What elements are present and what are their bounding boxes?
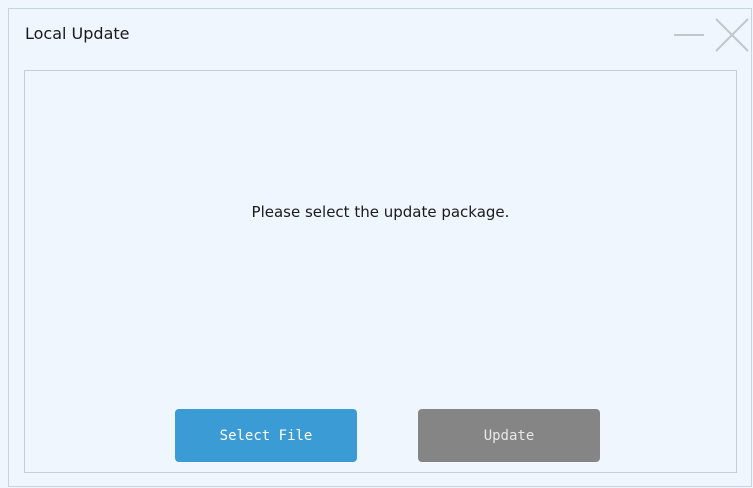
minimize-icon[interactable] xyxy=(672,23,706,47)
local-update-dialog: Local Update Please select the update pa… xyxy=(8,8,752,487)
window-title: Local Update xyxy=(25,24,130,43)
content-panel: Please select the update package. Select… xyxy=(24,70,737,473)
select-file-button[interactable]: Select File xyxy=(175,409,357,462)
update-button[interactable]: Update xyxy=(418,409,600,462)
title-bar: Local Update xyxy=(9,9,751,61)
instruction-message: Please select the update package. xyxy=(251,203,510,221)
close-icon[interactable] xyxy=(710,17,750,53)
